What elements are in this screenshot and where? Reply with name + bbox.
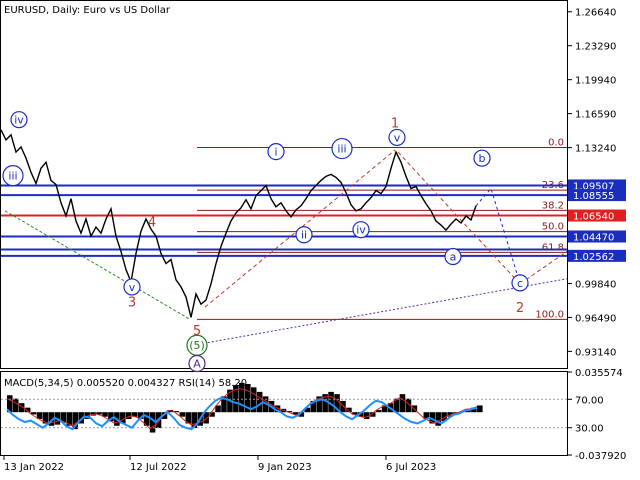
- macd-bar: [364, 412, 370, 419]
- fib-level-label: 61.8: [542, 242, 564, 253]
- chart-canvas: 0.023.638.250.061.8100.0iviiiv435(5)Aiii…: [0, 0, 626, 473]
- wave-label: iii: [8, 170, 17, 183]
- wave-label: b: [479, 152, 486, 165]
- wave-label: (5): [189, 339, 205, 352]
- wave-label: 4: [148, 216, 156, 231]
- indicator-y-tick-label: -0.037920: [575, 451, 626, 462]
- wave-label: a: [450, 251, 457, 264]
- x-tick-label: 6 Jul 2023: [386, 462, 436, 473]
- indicator-y-tick-label: 70.00: [575, 395, 604, 406]
- y-tick-label: 1.23290: [575, 42, 616, 53]
- y-tick-label: 1.13240: [575, 144, 616, 155]
- wave-label: iv: [14, 114, 24, 127]
- indicator-title: MACD(5,34,5) 0.005520 0.004327 RSI(14) 5…: [4, 378, 247, 389]
- y-tick-label: 0.93140: [575, 347, 616, 358]
- macd-bar: [477, 405, 483, 413]
- y-tick-label: 0.96490: [575, 313, 616, 324]
- fib-level-label: 100.0: [535, 309, 564, 320]
- price-tag-label: 1.02562: [573, 252, 614, 263]
- wave-label: iii: [337, 143, 346, 156]
- y-tick-label: 1.26640: [575, 8, 616, 19]
- fib-level-label: 0.0: [548, 137, 564, 148]
- wave-label: i: [274, 146, 277, 159]
- wave-label: 3: [128, 296, 136, 311]
- macd-bar: [12, 398, 19, 413]
- indicator-y-tick-label: 30.00: [575, 424, 604, 435]
- fib-level-label: 38.2: [542, 200, 564, 211]
- x-tick-label: 13 Jan 2022: [4, 462, 64, 473]
- x-tick-label: 9 Jan 2023: [258, 462, 312, 473]
- y-tick-label: 1.16590: [575, 110, 616, 121]
- wave-label: v: [394, 131, 401, 144]
- price-tag-label: 1.08555: [573, 191, 614, 202]
- macd-bar: [340, 400, 346, 413]
- fib-level-label: 50.0: [542, 222, 564, 233]
- y-tick-label: 0.99840: [575, 279, 616, 290]
- wave-label: A: [193, 357, 201, 370]
- price-tag-label: 1.04470: [573, 233, 614, 244]
- wave-label: c: [517, 277, 523, 290]
- y-tick-label: 1.19940: [575, 76, 616, 87]
- wave-label: ii: [301, 229, 307, 242]
- wave-label: 2: [516, 301, 524, 316]
- wave-label: v: [129, 281, 136, 294]
- macd-bar: [399, 394, 406, 413]
- price-tag-label: 1.06540: [573, 212, 614, 223]
- macd-bar: [126, 412, 132, 419]
- indicator-y-tick-label: 0.035574: [575, 368, 623, 379]
- wave-label: iv: [356, 224, 366, 237]
- main-chart-title: EURUSD, Daily: Euro vs US Dollar: [4, 5, 171, 16]
- x-tick-label: 12 Jul 2022: [130, 462, 187, 473]
